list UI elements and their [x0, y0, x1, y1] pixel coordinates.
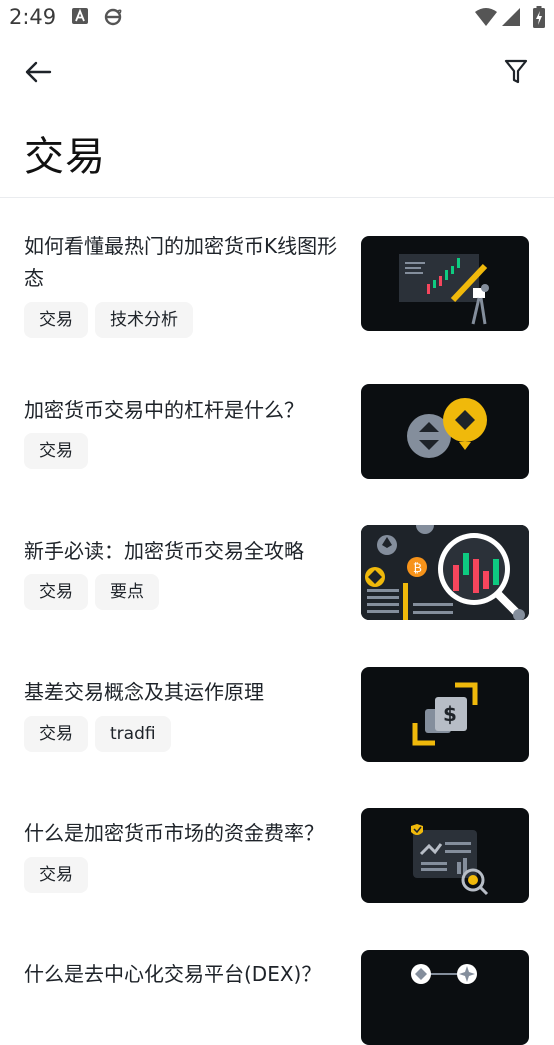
page-title: 交易: [24, 134, 106, 180]
status-time: 2:49: [9, 5, 57, 29]
a-icon: [71, 7, 89, 29]
svg-text:$: $: [443, 702, 457, 726]
article-title: 加密货币交易中的杠杆是什么？: [24, 398, 304, 422]
basis-trading-illustration-icon: $: [412, 682, 478, 746]
tag-list: 交易 技术分析: [24, 302, 193, 338]
tag[interactable]: 交易: [24, 857, 88, 893]
tag[interactable]: 交易: [24, 433, 88, 469]
article-item[interactable]: 什么是去中心化交易平台(DEX)？: [0, 942, 554, 1045]
filter-button[interactable]: [496, 52, 536, 92]
filter-icon: [504, 59, 528, 84]
wifi-icon: [475, 8, 497, 30]
article-thumbnail: [361, 950, 529, 1045]
tag[interactable]: 交易: [24, 574, 88, 610]
battery-icon: [533, 6, 545, 32]
tag-list: 交易 tradfi: [24, 716, 171, 752]
status-bar: 2:49: [0, 0, 554, 36]
article-item[interactable]: 什么是加密货币市场的资金费率？ 交易: [0, 800, 554, 903]
funding-rate-illustration-icon: [411, 824, 489, 896]
candlestick-chart-illustration-icon: [399, 254, 489, 325]
article-item[interactable]: 基差交易概念及其运作原理 交易 tradfi $: [0, 659, 554, 762]
back-button[interactable]: [18, 52, 58, 92]
browser-icon: [103, 7, 123, 31]
article-title: 什么是加密货币市场的资金费率？: [24, 821, 324, 845]
tag[interactable]: 交易: [24, 302, 88, 338]
crypto-trading-guide-illustration-icon: ₿: [361, 525, 529, 620]
tag-list: 交易: [24, 433, 88, 469]
article-thumbnail: [361, 236, 529, 331]
signal-icon: [502, 8, 520, 30]
tag-list: 交易 要点: [24, 574, 159, 610]
app-bar: [0, 36, 554, 106]
article-item[interactable]: 加密货币交易中的杠杆是什么？ 交易: [0, 376, 554, 479]
article-thumbnail: ₿: [361, 525, 529, 620]
dex-illustration-icon: [411, 964, 477, 984]
tag-list: 交易: [24, 857, 88, 893]
article-title: 如何看懂最热门的加密货币K线图形态: [24, 234, 338, 290]
header-divider: [0, 197, 554, 198]
article-thumbnail: $: [361, 667, 529, 762]
article-title: 基差交易概念及其运作原理: [24, 680, 264, 704]
arrow-left-icon: [25, 61, 52, 83]
article-thumbnail: [361, 384, 529, 479]
tag[interactable]: tradfi: [95, 716, 171, 752]
leverage-illustration-icon: [407, 398, 487, 458]
tag[interactable]: 交易: [24, 716, 88, 752]
article-item[interactable]: 如何看懂最热门的加密货币K线图形态 交易 技术分析: [0, 228, 554, 338]
tag[interactable]: 技术分析: [95, 302, 193, 338]
article-thumbnail: [361, 808, 529, 903]
article-title: 新手必读：加密货币交易全攻略: [24, 539, 304, 563]
svg-text:₿: ₿: [413, 561, 422, 575]
article-title: 什么是去中心化交易平台(DEX)？: [24, 962, 322, 986]
article-item[interactable]: 新手必读：加密货币交易全攻略 交易 要点 ₿: [0, 517, 554, 620]
tag[interactable]: 要点: [95, 574, 159, 610]
